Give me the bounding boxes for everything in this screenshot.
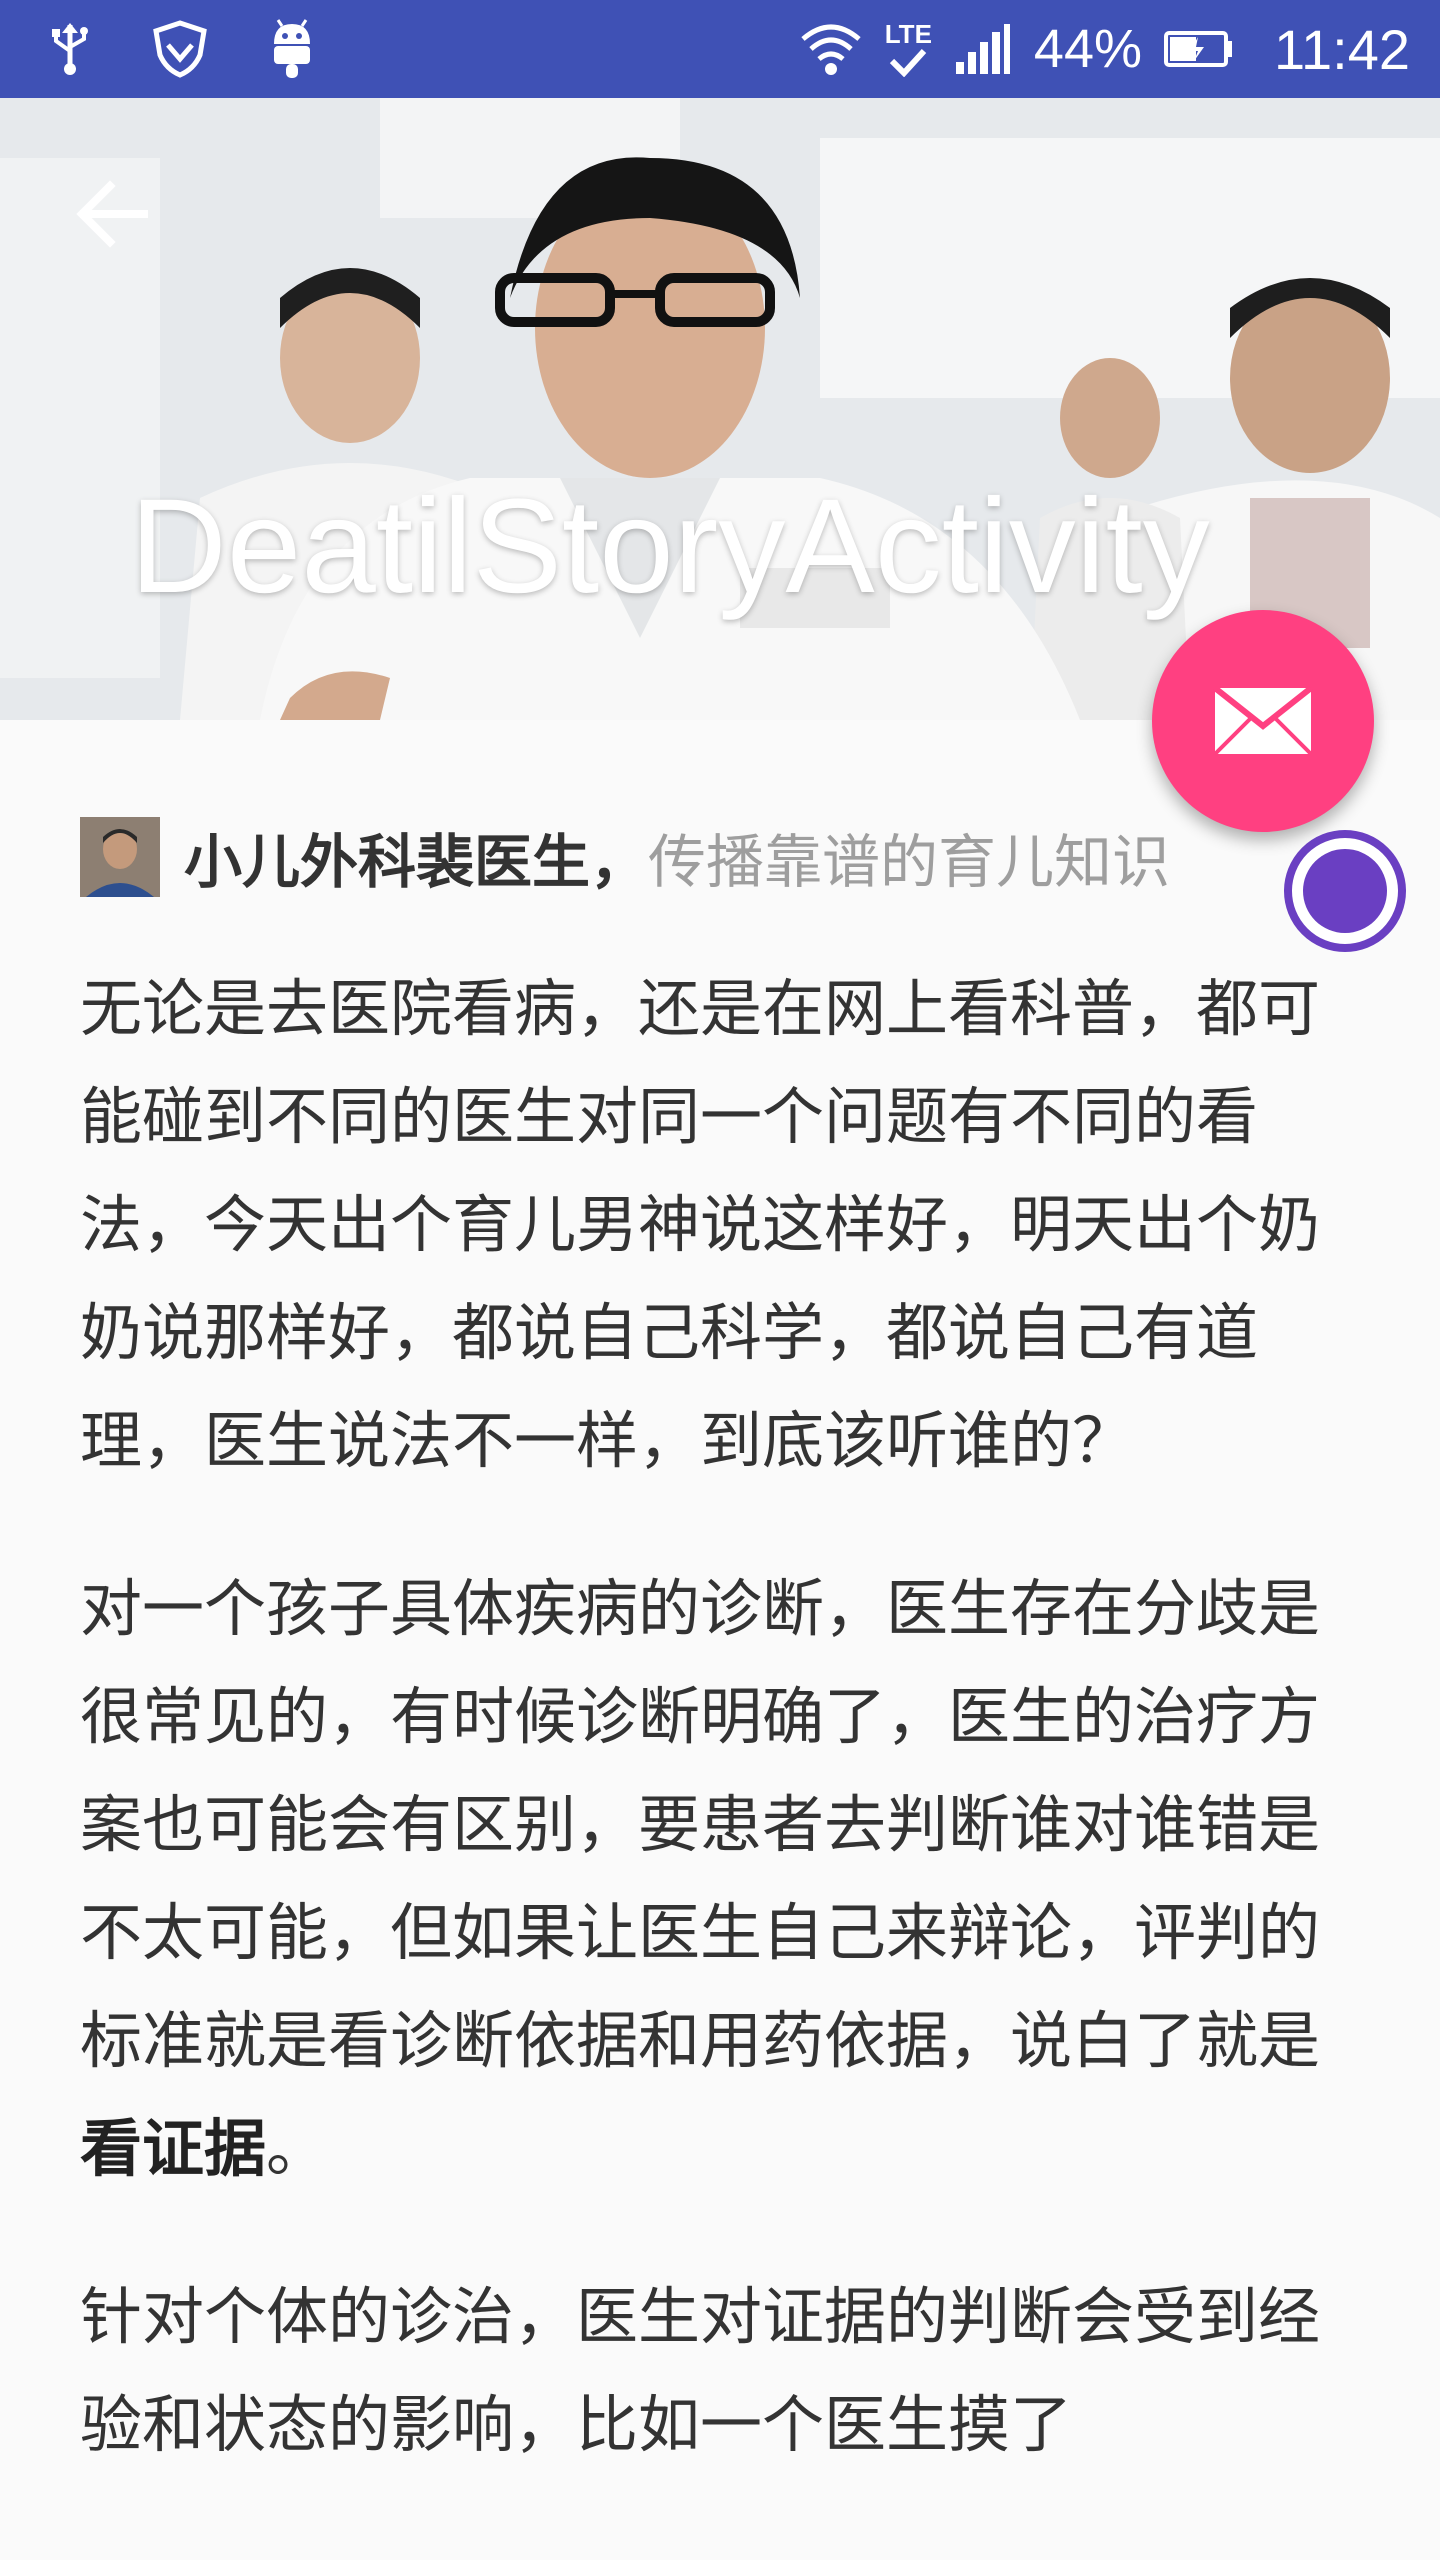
signal-icon xyxy=(955,24,1010,74)
check-icon xyxy=(890,48,927,77)
article-emphasis: 看证据 xyxy=(80,2112,267,2185)
status-notifications xyxy=(48,0,316,98)
author-tagline: 传播靠谱的育儿知识 xyxy=(648,828,1171,896)
author-name[interactable]: 小儿外科裴医生 xyxy=(184,815,590,899)
author-separator: ， xyxy=(590,828,649,896)
author-photo xyxy=(80,817,160,897)
article-paragraph: 针对个体的诊治，医生对证据的判断会受到经验和状态的影响，比如一个医生摸了 xyxy=(80,2280,1321,2461)
lte-label: LTE xyxy=(884,19,932,49)
article-paragraph: 无论是去医院看病，还是在网上看科普，都可能碰到不同的医生对同一个问题有不同的看法… xyxy=(80,972,1321,1477)
article-body: 无论是去医院看病，还是在网上看科普，都可能碰到不同的医生对同一个问题有不同的看法… xyxy=(80,955,1320,2539)
clock: 11:42 xyxy=(1274,17,1410,81)
status-system: LTE 44% 11:42 xyxy=(799,0,1410,98)
avatar[interactable] xyxy=(80,817,160,897)
page-title: DeatilStoryActivity xyxy=(130,472,1210,621)
back-arrow-icon[interactable] xyxy=(76,178,148,250)
lte-indicator: LTE xyxy=(885,21,932,77)
author-row: 小儿外科裴医生 ， 传播靠谱的育儿知识 xyxy=(80,815,1170,899)
article-paragraph: 对一个孩子具体疾病的诊断，医生存在分歧是很常见的，有时候诊断明确了，医生的治疗方… xyxy=(80,1555,1320,2203)
mail-icon xyxy=(1213,686,1313,756)
mail-fab-button[interactable] xyxy=(1152,610,1374,832)
usb-icon xyxy=(52,23,88,75)
status-bar: LTE 44% 11:42 xyxy=(0,0,1440,98)
shield-icon xyxy=(153,20,207,78)
floating-assist-button[interactable] xyxy=(1284,830,1406,952)
battery-percent: 44% xyxy=(1033,19,1143,79)
wifi-icon xyxy=(801,24,861,75)
android-icon xyxy=(274,19,310,78)
article-text: 对一个孩子具体疾病的诊断，医生存在分歧是很常见的，有时候诊断明确了，医生的治疗方… xyxy=(80,1572,1321,2077)
battery-icon xyxy=(1164,31,1233,67)
floating-dot-icon xyxy=(1303,849,1387,933)
article-text-end: 。 xyxy=(266,2112,329,2185)
